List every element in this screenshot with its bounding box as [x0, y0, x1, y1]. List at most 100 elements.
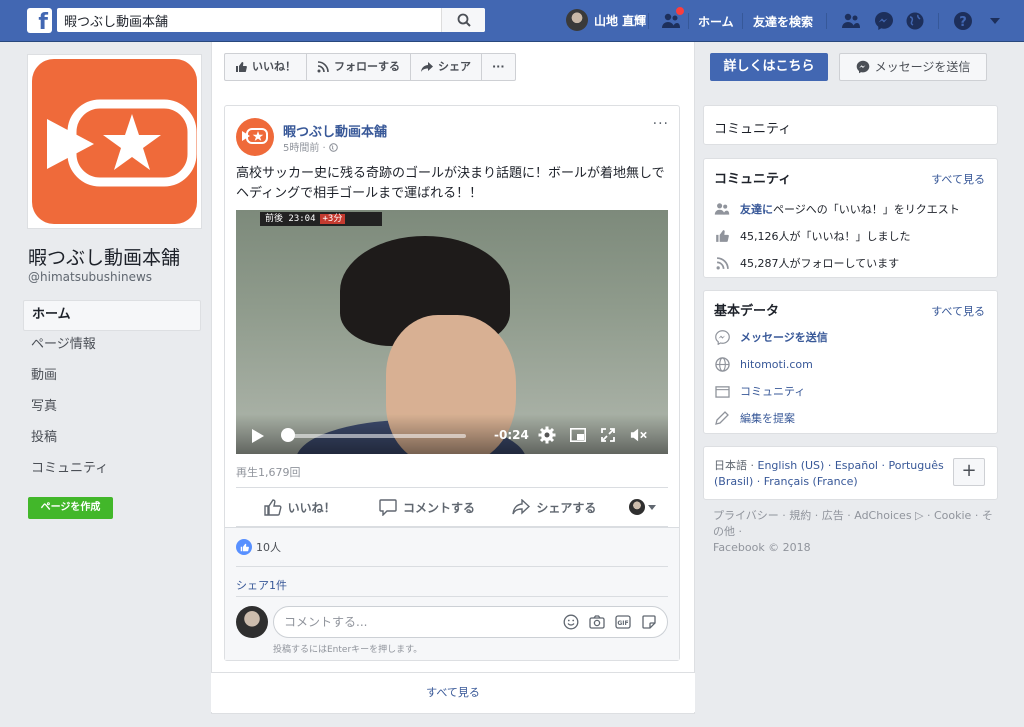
follow-label: フォローする [334, 60, 400, 73]
about-category-row: コミュニティ [714, 383, 805, 399]
account-menu-chevron-down-icon[interactable] [984, 10, 1006, 32]
home-link[interactable]: ホーム [698, 13, 734, 30]
nav-item-community[interactable]: コミュニティ [23, 455, 201, 486]
avatar [566, 9, 588, 31]
post-feedback-section: 10人 シェア1件 GIF 投稿するにはEnterキーを押します。 [225, 527, 679, 660]
share-arrow-outline-icon [512, 499, 531, 515]
language-selector-card: 日本語 · English (US) · Español · Português… [703, 446, 998, 500]
search-button[interactable] [441, 8, 485, 32]
picture-in-picture-icon[interactable] [569, 426, 587, 444]
settings-gear-icon[interactable] [538, 426, 556, 444]
about-category-link[interactable]: コミュニティ [740, 383, 805, 399]
about-title: 基本データ [714, 304, 780, 319]
thumbs-up-icon [714, 228, 730, 244]
post-comment-button[interactable]: コメントする [363, 498, 490, 516]
post-options-button[interactable]: ··· [653, 116, 669, 132]
nav-item-posts[interactable]: 投稿 [23, 424, 201, 455]
like-page-label: いいね！ [252, 60, 296, 73]
divider [742, 13, 743, 29]
profile-link[interactable]: 山地 直輝 [566, 9, 646, 31]
messenger-icon[interactable] [873, 10, 895, 32]
about-see-all-link[interactable]: すべて見る [931, 303, 985, 319]
rss-follow-icon [317, 61, 329, 73]
help-icon[interactable]: ? [952, 10, 974, 32]
learn-more-button[interactable]: 詳しくはこちら [710, 53, 828, 81]
page-action-bar: いいね！ フォローする シェア ··· [224, 53, 516, 81]
community-header-card: コミュニティ [703, 105, 998, 145]
community-header-title: コミュニティ [714, 122, 792, 137]
gif-icon[interactable]: GIF [615, 614, 631, 630]
user-name: 山地 直輝 [594, 13, 647, 28]
reactions-count: 10人 [256, 541, 281, 554]
community-card: コミュニティ すべて見る 友達にページへの「いいね！」をリクエスト 45,126… [703, 158, 998, 278]
divider [938, 13, 939, 29]
reactions-summary[interactable]: 10人 [236, 539, 281, 555]
share-page-button[interactable]: シェア [411, 54, 482, 80]
search-input[interactable] [57, 8, 437, 32]
top-navigation-bar: f 山地 直輝 ホーム 友達を検索 ? [0, 0, 1024, 42]
more-options-button[interactable]: ··· [482, 54, 515, 80]
video-progress-bar[interactable] [284, 434, 466, 438]
avatar [629, 499, 646, 515]
shares-count-link[interactable]: シェア1件 [236, 577, 287, 593]
notification-badge [675, 6, 685, 16]
sticker-icon[interactable] [641, 614, 657, 630]
about-website-row: hitomoti.com [714, 356, 813, 372]
post-message: 高校サッカー史に残る奇跡のゴールが決まり話題に！ボールが着地無しでヘディングで相… [236, 166, 665, 201]
videoshow-logo [32, 59, 197, 224]
about-suggest-edit-row: 編集を提案 [714, 410, 795, 426]
suggest-edit-link[interactable]: 編集を提案 [740, 410, 795, 426]
play-icon[interactable] [251, 428, 265, 444]
footer: プライバシー · 規約 · 広告 · AdChoices ▷ · Cookie … [713, 508, 993, 556]
post-share-button[interactable]: シェアする [491, 499, 618, 516]
nav-item-videos[interactable]: 動画 [23, 362, 201, 393]
footer-links[interactable]: プライバシー · 規約 · 広告 · AdChoices ▷ · Cookie … [713, 508, 993, 540]
see-all-posts-link[interactable]: すべて見る [211, 672, 695, 712]
search-bar [57, 8, 485, 32]
comment-input[interactable] [284, 615, 554, 629]
like-page-button[interactable]: いいね！ [225, 54, 307, 80]
facebook-logo-icon[interactable]: f [27, 8, 52, 33]
nav-item-home[interactable]: ホーム [23, 300, 201, 331]
footer-copyright: Facebook © 2018 [713, 541, 811, 554]
share-arrow-icon [421, 62, 433, 72]
post-author-name[interactable]: 暇つぶし動画本舗 [283, 121, 387, 140]
likes-count-row: 45,126人が「いいね！」しました [714, 228, 911, 244]
add-language-button[interactable]: + [953, 458, 985, 486]
friends-icon[interactable] [840, 10, 862, 32]
fullscreen-icon[interactable] [599, 426, 617, 444]
nav-item-about[interactable]: ページ情報 [23, 331, 201, 362]
video-player[interactable]: 前後 23:04 +3分 -0:24 [236, 210, 668, 454]
invite-friends-link[interactable]: 友達に [740, 203, 773, 216]
about-website-link[interactable]: hitomoti.com [740, 358, 813, 371]
community-see-all-link[interactable]: すべて見る [931, 171, 985, 187]
about-message-link[interactable]: メッセージを送信 [740, 329, 828, 345]
globe-privacy-icon [329, 143, 338, 152]
post-as-selector[interactable] [618, 499, 668, 515]
create-page-button[interactable]: ページを作成 [28, 497, 113, 519]
page-likes-text: 45,126人が「いいね！」しました [740, 230, 911, 243]
post-author-avatar[interactable] [236, 118, 274, 156]
community-title: コミュニティ [714, 172, 792, 187]
divider [826, 13, 827, 29]
camera-icon[interactable] [589, 614, 605, 630]
send-message-button[interactable]: メッセージを送信 [839, 53, 987, 81]
notifications-globe-icon[interactable] [904, 10, 926, 32]
thumbs-up-icon [236, 62, 247, 72]
follow-button[interactable]: フォローする [307, 54, 411, 80]
search-icon [457, 13, 471, 27]
post-timestamp[interactable]: 5時間前 · [283, 139, 338, 154]
page-profile-picture[interactable] [27, 54, 202, 229]
find-friends-link[interactable]: 友達を検索 [753, 13, 813, 30]
view-count: 再生1,679回 [236, 466, 301, 479]
divider [688, 13, 689, 29]
nav-item-photos[interactable]: 写真 [23, 393, 201, 424]
post-like-button[interactable]: いいね！ [236, 498, 363, 516]
emoji-icon[interactable] [563, 614, 579, 630]
scoreboard-added-time: +3分 [319, 214, 346, 224]
video-scrubber-handle[interactable] [280, 428, 295, 442]
page-username: @himatsubushinews [28, 270, 153, 284]
avatar [236, 606, 268, 638]
mute-volume-icon[interactable] [630, 426, 648, 444]
video-time-remaining: -0:24 [494, 428, 529, 442]
